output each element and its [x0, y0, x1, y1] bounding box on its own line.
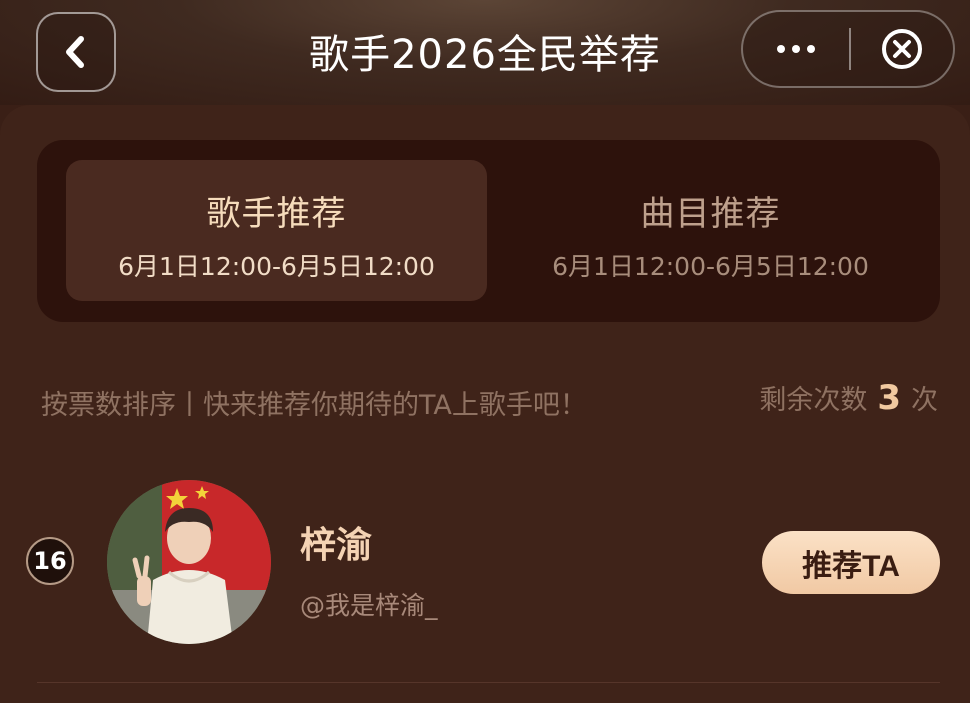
- close-button[interactable]: [851, 27, 953, 71]
- sort-hint-text: 按票数排序丨快来推荐你期待的TA上歌手吧！: [41, 390, 587, 421]
- tab-label: 歌手推荐: [206, 194, 347, 234]
- remaining-label: 剩余次数: [759, 385, 868, 416]
- tab-time-range: 6月1日12:00-6月5日12:00: [552, 252, 869, 281]
- tab-time-range: 6月1日12:00-6月5日12:00: [118, 252, 435, 281]
- rank-badge: 16: [26, 537, 74, 585]
- tab-singer-recommend[interactable]: 歌手推荐 6月1日12:00-6月5日12:00: [66, 160, 487, 301]
- close-circle-icon: [882, 29, 922, 69]
- list-divider: [37, 682, 940, 683]
- recommend-button[interactable]: 推荐TA: [762, 531, 940, 594]
- tab-label: 曲目推荐: [640, 194, 781, 234]
- more-button[interactable]: [743, 44, 849, 54]
- avatar-photo: [107, 480, 271, 644]
- remaining-unit: 次: [911, 385, 938, 416]
- menu-capsule: [741, 10, 955, 88]
- remaining-votes: 剩余次数 3 次: [759, 378, 938, 418]
- avatar[interactable]: [107, 480, 271, 644]
- remaining-count: 3: [877, 378, 901, 418]
- tab-song-recommend[interactable]: 曲目推荐 6月1日12:00-6月5日12:00: [500, 160, 921, 301]
- top-navigation-bar: 歌手2026全民举荐: [0, 0, 970, 105]
- more-dots-icon: [777, 45, 815, 53]
- singer-handle: @我是梓渝_: [300, 591, 438, 620]
- tab-switcher: 歌手推荐 6月1日12:00-6月5日12:00 曲目推荐 6月1日12:00-…: [37, 140, 940, 322]
- singer-name: 梓渝: [300, 525, 373, 566]
